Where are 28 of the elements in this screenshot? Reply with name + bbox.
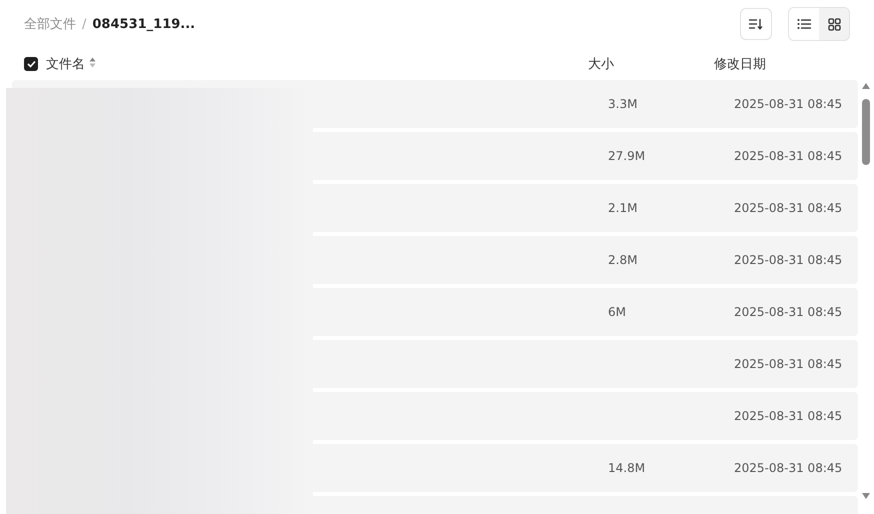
modified-date: 2025-08-31 08:45 (734, 97, 842, 111)
sort-button[interactable] (740, 8, 772, 40)
breadcrumb-current: 084531_119... (92, 16, 196, 32)
file-size: 2.1M (608, 201, 638, 215)
modified-date: 2025-08-31 08:45 (734, 149, 842, 163)
modified-date: 2025-08-31 08:45 (734, 253, 842, 267)
modified-date: 2025-08-31 08:45 (734, 305, 842, 319)
sort-arrows-icon[interactable] (89, 57, 96, 68)
select-all-checkbox[interactable] (24, 57, 38, 71)
list-icon (797, 18, 811, 30)
checkmark-icon (26, 60, 36, 68)
breadcrumb-link[interactable]: 全部文件 (24, 15, 76, 33)
modified-date: 2025-08-31 08:45 (734, 409, 842, 423)
column-header: 修改日期 (714, 56, 766, 73)
column-header: 文件名 (46, 55, 96, 73)
file-size: 6M (608, 305, 626, 319)
file-size: 3.3M (608, 97, 638, 111)
grid-icon (828, 18, 840, 30)
breadcrumb-separator: / (82, 16, 86, 32)
file-size: 14.8M (608, 461, 646, 475)
modified-date: 2025-08-31 08:45 (734, 357, 842, 371)
grid-view-button[interactable] (819, 8, 849, 40)
sort-icon (749, 18, 763, 30)
modified-date: 2025-08-31 08:45 (734, 461, 842, 475)
column-header: 大小 (588, 56, 615, 73)
file-size: 2.8M (608, 253, 638, 267)
modified-date: 2025-08-31 08:45 (734, 201, 842, 215)
file-size: 27.9M (608, 149, 646, 163)
